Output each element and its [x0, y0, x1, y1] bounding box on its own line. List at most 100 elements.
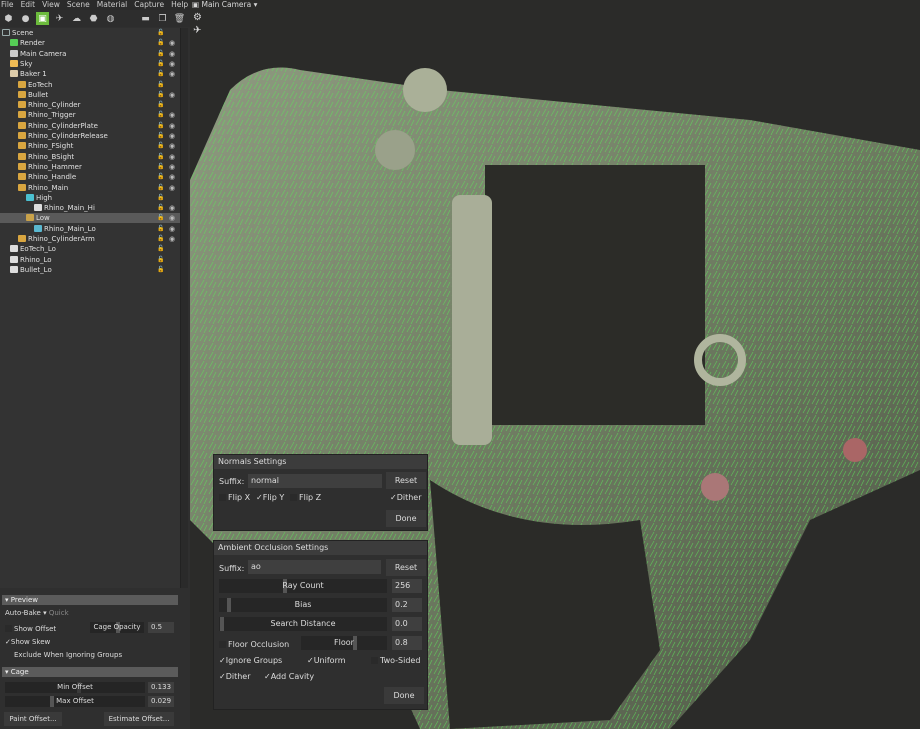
flip-y-checkbox[interactable]: ✓Flip Y — [256, 493, 284, 502]
max-offset-slider[interactable]: Max Offset — [5, 696, 145, 707]
two-sided-checkbox[interactable]: Two-Sided — [371, 656, 420, 665]
exclude-ignoring-groups-checkbox[interactable]: Exclude When Ignoring Groups — [5, 651, 122, 659]
box-icon[interactable]: ⬣ — [87, 12, 100, 25]
eye-icon[interactable]: ◉ — [169, 213, 175, 223]
ray-count-field[interactable]: 256 — [392, 579, 422, 593]
settings-gear-icon[interactable]: ⚙ — [193, 12, 202, 23]
tree-scrollbar[interactable] — [180, 28, 188, 588]
eye-icon[interactable]: ◉ — [169, 90, 175, 100]
tree-item[interactable]: Rhino_CylinderRelease 🔓 ◉ — [0, 131, 180, 141]
show-offset-checkbox[interactable]: Show Offset — [5, 625, 56, 633]
floor-occlusion-checkbox[interactable]: Floor Occlusion — [219, 640, 289, 649]
tree-item[interactable]: Rhino_Handle 🔓 ◉ — [0, 172, 180, 182]
folder-icon[interactable]: ▬ — [139, 12, 152, 25]
eye-icon[interactable]: ◉ — [169, 110, 175, 120]
duplicate-icon[interactable]: ❐ — [156, 12, 169, 25]
tree-item[interactable]: Rhino_Trigger 🔓 ◉ — [0, 110, 180, 120]
done-button[interactable]: Done — [384, 687, 424, 704]
slider-knob[interactable] — [220, 617, 224, 631]
tree-item[interactable]: Bullet 🔓 ◉ — [0, 90, 180, 100]
menu-view[interactable]: View — [42, 0, 60, 10]
lock-icon[interactable]: 🔓 — [157, 203, 164, 213]
floor-field[interactable]: 0.8 — [392, 636, 422, 650]
search-distance-field[interactable]: 0.0 — [392, 617, 422, 631]
menu-file[interactable]: File — [1, 0, 14, 10]
paint-offset-button[interactable]: Paint Offset... — [4, 712, 62, 726]
eye-icon[interactable]: ◉ — [169, 49, 175, 59]
tree-item[interactable]: EoTech 🔓 — [0, 80, 180, 90]
slider-knob[interactable] — [50, 696, 54, 707]
tree-item[interactable]: Scene 🔓 — [0, 28, 180, 38]
suffix-input[interactable]: normal — [248, 474, 382, 488]
eye-icon[interactable]: ◉ — [169, 162, 175, 172]
eye-icon[interactable]: ◉ — [169, 121, 175, 131]
tree-item[interactable]: Rhino_Main 🔓 ◉ — [0, 183, 180, 193]
eye-icon[interactable]: ◉ — [169, 234, 175, 244]
auto-bake-dropdown[interactable]: Auto-Bake ▾ Quick — [5, 609, 69, 617]
tree-item[interactable]: Rhino_CylinderPlate 🔓 ◉ — [0, 121, 180, 131]
min-offset-field[interactable]: 0.133 — [148, 682, 174, 693]
estimate-offset-button[interactable]: Estimate Offset... — [104, 712, 174, 726]
tree-item[interactable]: Rhino_Cylinder 🔓 — [0, 100, 180, 110]
tree-item[interactable]: Rhino_Hammer 🔓 ◉ — [0, 162, 180, 172]
lock-icon[interactable]: 🔓 — [157, 49, 164, 59]
lock-icon[interactable]: 🔓 — [157, 183, 164, 193]
menu-scene[interactable]: Scene — [67, 0, 90, 10]
delete-icon[interactable]: 🗑 — [173, 12, 186, 25]
sphere-icon[interactable]: ◍ — [104, 12, 117, 25]
lock-icon[interactable]: 🔓 — [157, 265, 164, 275]
lock-icon[interactable]: 🔓 — [157, 234, 164, 244]
preview-header[interactable]: ▾ Preview — [2, 595, 178, 605]
search-distance-slider[interactable]: Search Distance — [219, 617, 387, 631]
lock-icon[interactable]: 🔓 — [157, 69, 164, 79]
eye-icon[interactable]: ◉ — [169, 59, 175, 69]
cage-opacity-slider[interactable]: Cage Opacity — [90, 622, 144, 633]
dither-checkbox[interactable]: ✓Dither — [219, 672, 251, 681]
cage-opacity-field[interactable]: 0.5 — [148, 622, 174, 633]
eye-icon[interactable]: ◉ — [169, 183, 175, 193]
lock-icon[interactable]: 🔓 — [157, 193, 164, 203]
tree-item[interactable]: Rhino_BSight 🔓 ◉ — [0, 152, 180, 162]
lock-icon[interactable]: 🔓 — [157, 121, 164, 131]
dither-checkbox[interactable]: ✓Dither — [390, 493, 422, 502]
eye-icon[interactable]: ◉ — [169, 131, 175, 141]
lock-icon[interactable]: 🔓 — [157, 80, 164, 90]
suffix-input[interactable]: ao — [248, 560, 381, 574]
lock-icon[interactable]: 🔓 — [157, 90, 164, 100]
ray-count-slider[interactable]: Ray Count — [219, 579, 387, 593]
shadow-catcher-icon[interactable]: ☁ — [70, 12, 83, 25]
tree-item[interactable]: EoTech_Lo 🔓 — [0, 244, 180, 254]
light-icon[interactable]: ● — [19, 12, 32, 25]
baker-icon[interactable]: ▣ — [36, 12, 49, 25]
tree-item[interactable]: Main Camera 🔓 ◉ — [0, 49, 180, 59]
tree-item[interactable]: Rhino_Main_Hi 🔓 ◉ — [0, 203, 180, 213]
cage-header[interactable]: ▾ Cage — [2, 667, 178, 677]
eye-icon[interactable]: ◉ — [169, 172, 175, 182]
lock-icon[interactable]: 🔓 — [157, 59, 164, 69]
tree-item[interactable]: Low 🔓 ◉ — [0, 213, 180, 224]
tree-item[interactable]: Rhino_CylinderArm 🔓 ◉ — [0, 234, 180, 244]
camera-selector[interactable]: ▣ Main Camera ▾ — [192, 0, 272, 10]
tree-item[interactable]: High 🔓 — [0, 193, 180, 203]
max-offset-field[interactable]: 0.029 — [148, 696, 174, 707]
lock-icon[interactable]: 🔓 — [157, 162, 164, 172]
lock-icon[interactable]: 🔓 — [157, 141, 164, 151]
lock-icon[interactable]: 🔓 — [157, 38, 164, 48]
flip-x-checkbox[interactable]: Flip X — [219, 493, 250, 502]
menu-material[interactable]: Material — [97, 0, 127, 10]
show-skew-checkbox[interactable]: ✓Show Skew — [5, 638, 50, 646]
tree-item[interactable]: Baker 1 🔓 ◉ — [0, 69, 180, 79]
floor-slider[interactable]: Floor — [301, 636, 387, 650]
eye-icon[interactable]: ◉ — [169, 141, 175, 151]
lock-icon[interactable]: 🔓 — [157, 213, 164, 223]
lock-icon[interactable]: 🔓 — [157, 255, 164, 265]
reset-button[interactable]: Reset — [386, 472, 426, 489]
eye-icon[interactable]: ◉ — [169, 152, 175, 162]
flip-z-checkbox[interactable]: Flip Z — [290, 493, 321, 502]
cube-icon[interactable]: ⬢ — [2, 12, 15, 25]
tree-item[interactable]: Render 🔓 ◉ — [0, 38, 180, 48]
lock-icon[interactable]: 🔓 — [157, 244, 164, 254]
lock-icon[interactable]: 🔓 — [157, 28, 164, 38]
eye-icon[interactable]: ◉ — [169, 203, 175, 213]
lock-icon[interactable]: 🔓 — [157, 172, 164, 182]
